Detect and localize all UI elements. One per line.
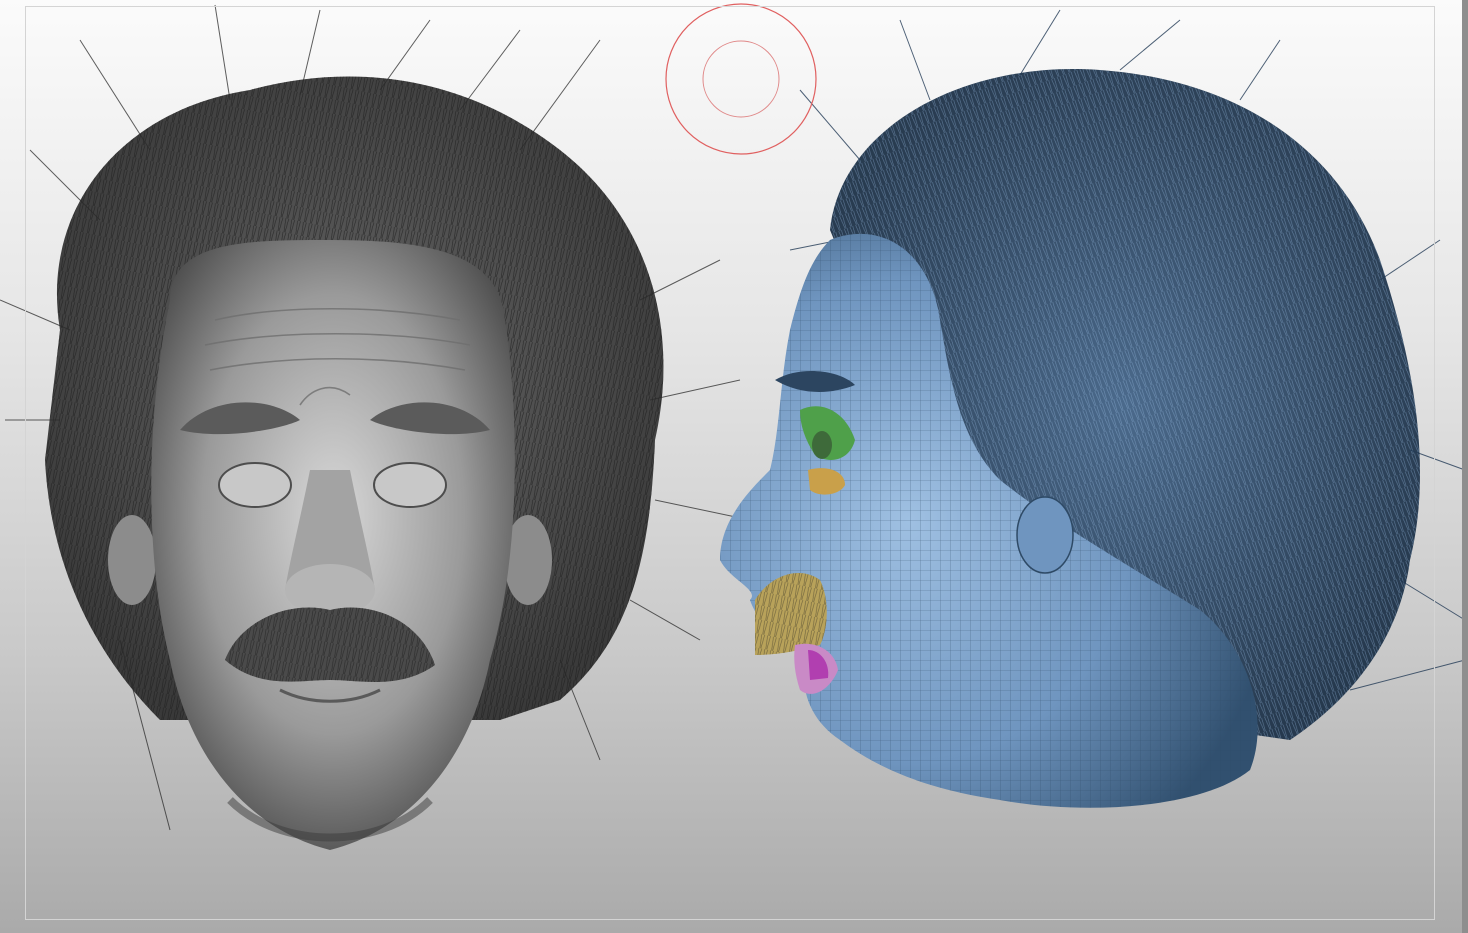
3d-viewport-canvas[interactable] [0, 0, 1468, 933]
front-left-eye [218, 462, 292, 508]
scene-render [0, 3, 1466, 850]
front-left-ear [108, 515, 156, 605]
side-view-head [720, 9, 1466, 808]
front-view-head [0, 4, 751, 850]
side-ear [1016, 496, 1074, 574]
front-right-eye [373, 462, 447, 508]
viewport-edge [1462, 0, 1468, 933]
brush-cursor-icon [665, 3, 817, 155]
